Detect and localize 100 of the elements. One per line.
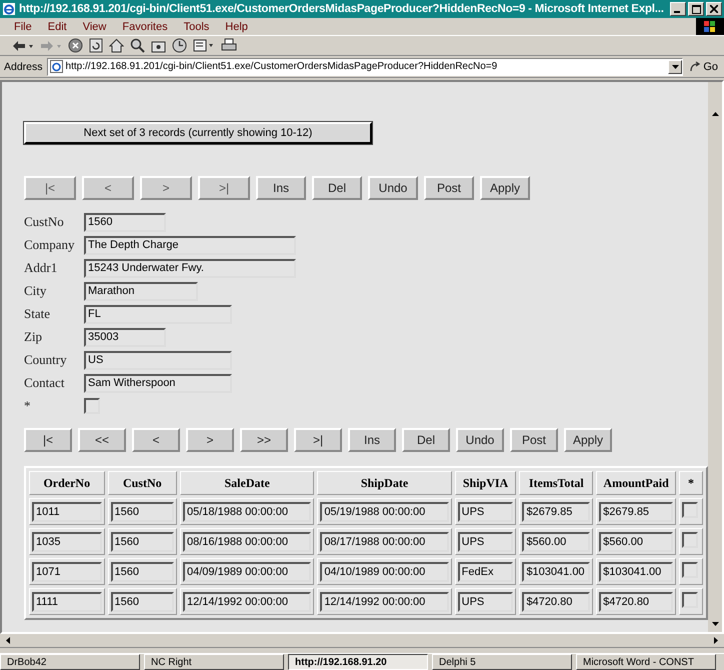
- horizontal-scrollbar[interactable]: [0, 634, 724, 648]
- text-field[interactable]: The Depth Charge: [84, 236, 296, 254]
- close-icon: [710, 5, 718, 13]
- navigator-button[interactable]: Ins: [256, 176, 306, 200]
- navigator-button[interactable]: Undo: [456, 428, 504, 452]
- table-cell-field[interactable]: 05/19/1988 00:00:00: [320, 502, 449, 522]
- go-button[interactable]: Go: [687, 60, 720, 72]
- taskbar-button[interactable]: NC Right: [144, 654, 284, 670]
- checkbox[interactable]: [682, 502, 698, 518]
- table-cell-field[interactable]: $2679.85: [599, 502, 673, 522]
- close-button[interactable]: [706, 2, 722, 16]
- navigator-button[interactable]: <: [82, 176, 134, 200]
- navigator-button[interactable]: Del: [312, 176, 362, 200]
- page-icon: [50, 60, 63, 73]
- text-field[interactable]: 15243 Underwater Fwy.: [84, 258, 296, 278]
- table-cell-field[interactable]: 08/16/1988 00:00:00: [183, 532, 312, 552]
- navigator-button[interactable]: >|: [294, 428, 342, 452]
- navigator-button[interactable]: <: [132, 428, 180, 452]
- table-cell-field[interactable]: 1560: [110, 592, 174, 612]
- navigator-button[interactable]: Undo: [368, 176, 418, 200]
- table-cell-field[interactable]: $4720.80: [599, 592, 673, 612]
- table-cell-field[interactable]: 1011: [32, 502, 102, 522]
- field-label: Zip: [24, 329, 44, 345]
- address-field[interactable]: http://192.168.91.201/cgi-bin/Client51.exe/CustomerOrdersMidasPageProducer?HiddenRecNo=9: [46, 58, 684, 76]
- field-label: State: [24, 306, 51, 322]
- table-cell-field[interactable]: 1560: [110, 532, 174, 552]
- table-cell-field[interactable]: 1111: [32, 592, 102, 612]
- menu-item[interactable]: Tools: [178, 20, 216, 32]
- taskbar-button[interactable]: Microsoft Word - CONST: [576, 654, 716, 670]
- table-cell-field[interactable]: 1560: [110, 502, 174, 522]
- clock-icon[interactable]: [172, 38, 187, 53]
- text-field[interactable]: Marathon: [84, 282, 198, 300]
- menu-item[interactable]: Help: [219, 20, 254, 32]
- checkbox[interactable]: [682, 532, 698, 548]
- table-cell-field[interactable]: 04/10/1989 00:00:00: [320, 562, 449, 582]
- taskbar-button[interactable]: Delphi 5: [432, 654, 572, 670]
- taskbar-button[interactable]: http://192.168.91.20: [288, 654, 428, 670]
- checkbox[interactable]: [84, 398, 100, 414]
- text-field[interactable]: 1560: [84, 212, 166, 232]
- down-arrow-icon[interactable]: [712, 622, 718, 626]
- table-cell-field[interactable]: 1035: [32, 532, 102, 552]
- minimize-button[interactable]: [670, 2, 686, 16]
- navigator-button[interactable]: <<: [78, 428, 126, 452]
- refresh-icon[interactable]: [89, 38, 103, 53]
- next-records-button[interactable]: Next set of 3 records (currently showing 10-12): [24, 122, 372, 144]
- caret-icon: [672, 64, 679, 68]
- field-label: City: [24, 283, 48, 299]
- table-cell-field[interactable]: $560.00: [522, 532, 590, 552]
- column-header: CustNo: [108, 471, 178, 495]
- navigator-button[interactable]: Apply: [480, 176, 530, 200]
- navigator-button[interactable]: Post: [424, 176, 474, 200]
- table-cell-field[interactable]: FedEx: [458, 562, 514, 582]
- table-cell-field[interactable]: UPS: [458, 532, 514, 552]
- checkbox[interactable]: [682, 562, 698, 578]
- field-label: Addr1: [24, 260, 58, 276]
- menu-item[interactable]: Edit: [42, 20, 73, 32]
- home-icon[interactable]: [109, 38, 124, 53]
- search-icon[interactable]: [130, 38, 145, 53]
- address-label: Address: [4, 60, 43, 72]
- navigator-button[interactable]: >: [186, 428, 234, 452]
- text-field[interactable]: FL: [84, 304, 232, 324]
- table-cell-field[interactable]: 1560: [110, 562, 174, 582]
- navigator-button[interactable]: Apply: [564, 428, 612, 452]
- navigator-button[interactable]: Post: [510, 428, 558, 452]
- checkbox[interactable]: [682, 592, 698, 608]
- menu-item[interactable]: Favorites: [116, 20, 174, 32]
- navigator-button[interactable]: Ins: [348, 428, 396, 452]
- table-cell-field[interactable]: $103041.00: [599, 562, 673, 582]
- maximize-button[interactable]: [688, 2, 704, 16]
- table-cell-field[interactable]: UPS: [458, 592, 514, 612]
- navigator-button[interactable]: |<: [24, 428, 72, 452]
- navigator-button[interactable]: >|: [198, 176, 250, 200]
- table-cell-field[interactable]: 08/17/1988 00:00:00: [320, 532, 449, 552]
- table-cell-field[interactable]: $560.00: [599, 532, 673, 552]
- table-cell-field[interactable]: 12/14/1992 00:00:00: [320, 592, 449, 612]
- text-field[interactable]: 35003: [84, 328, 166, 346]
- navigator-button[interactable]: >: [140, 176, 192, 200]
- left-arrow-icon[interactable]: [6, 637, 10, 644]
- navigator-button[interactable]: Del: [402, 428, 450, 452]
- table-cell-field[interactable]: $4720.80: [522, 592, 590, 612]
- taskbar-button[interactable]: DrBob42: [0, 654, 140, 670]
- text-field[interactable]: Sam Witherspoon: [84, 374, 232, 392]
- stop-icon[interactable]: [68, 38, 83, 53]
- dropdown-button[interactable]: [668, 60, 682, 74]
- table-cell-field[interactable]: $103041.00: [522, 562, 590, 582]
- navigator-button[interactable]: >>: [240, 428, 288, 452]
- table-cell-field[interactable]: 1071: [32, 562, 102, 582]
- text-field[interactable]: US: [84, 350, 232, 370]
- menu-item[interactable]: File: [8, 20, 38, 32]
- table-cell-field[interactable]: UPS: [458, 502, 514, 522]
- up-arrow-icon[interactable]: [712, 112, 718, 116]
- menu-item[interactable]: View: [76, 20, 112, 32]
- right-arrow-icon[interactable]: [714, 637, 718, 644]
- table-cell-field[interactable]: 05/18/1988 00:00:00: [183, 502, 312, 522]
- navigator-button[interactable]: |<: [24, 176, 76, 200]
- printer-icon[interactable]: [221, 38, 237, 53]
- table-cell-field[interactable]: $2679.85: [522, 502, 590, 522]
- back-arrow-icon[interactable]: [12, 38, 34, 52]
- table-cell-field[interactable]: 12/14/1992 00:00:00: [183, 592, 312, 612]
- table-cell-field[interactable]: 04/09/1989 00:00:00: [183, 562, 312, 582]
